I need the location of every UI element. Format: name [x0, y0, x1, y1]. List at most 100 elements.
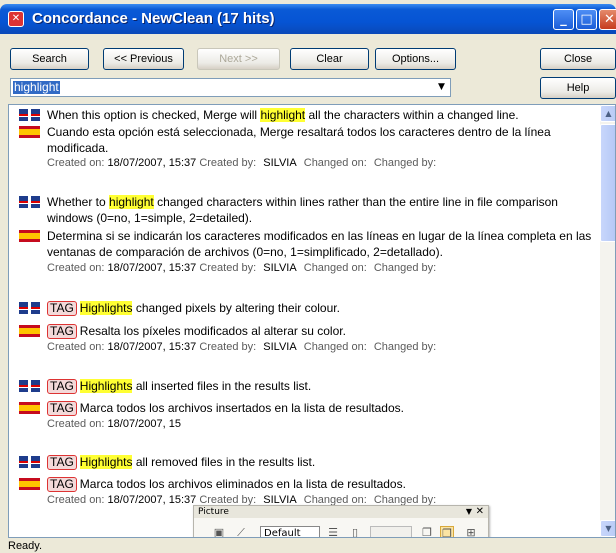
dropdown-arrow-icon[interactable]: ▼	[433, 79, 450, 96]
tag-badge: TAG	[47, 379, 77, 394]
target-segment[interactable]: TAG Marca todos los archivos eliminados e…	[19, 476, 597, 492]
created-on-value: 18/07/2007, 15:37	[107, 341, 197, 353]
image-icon[interactable]: ▣	[212, 526, 226, 537]
scroll-up-icon[interactable]: ▲	[600, 105, 615, 122]
clear-button[interactable]: Clear	[290, 48, 369, 70]
scroll-down-icon[interactable]: ▼	[600, 520, 615, 537]
changed-on-label: Changed on:	[303, 157, 367, 169]
changed-on-label: Changed on:	[303, 341, 367, 353]
help-button[interactable]: Help	[540, 77, 616, 99]
target-segment[interactable]: Determina si se indicarán los caracteres…	[19, 228, 597, 260]
created-by-label: Created by:	[199, 157, 257, 169]
source-text: TAG Highlights all inserted files in the …	[47, 378, 597, 394]
created-by-value: SILVIA	[263, 262, 297, 274]
segment-metadata: Created on: 18/07/2007, 15:37 Created by…	[47, 262, 440, 274]
vertical-scrollbar[interactable]: ▲ ▼	[600, 105, 615, 537]
highlighted-term: Highlights	[79, 379, 133, 393]
app-icon: ✕	[8, 11, 24, 27]
created-on-value: 18/07/2007, 15	[107, 418, 181, 430]
target-text-body: Resalta los píxeles modificados al alter…	[79, 324, 346, 338]
minimize-button[interactable]: _	[553, 9, 574, 30]
picture-toolbar[interactable]: Picture ▼ ✕ ▣ ⟋ Default ☰ ▯ ❐ ❐ ⊞	[193, 505, 489, 537]
target-text: TAG Marca todos los archivos insertados e…	[47, 400, 597, 416]
toolbar: Search << Previous Next >> Clear Options…	[0, 34, 616, 102]
changed-by-label: Changed by:	[373, 262, 437, 274]
source-text-part: all the characters within a changed line…	[305, 108, 519, 122]
changed-by-label: Changed by:	[373, 157, 437, 169]
created-on-value: 18/07/2007, 15:37	[107, 262, 197, 274]
source-text: When this option is checked, Merge will …	[47, 107, 597, 123]
previous-button[interactable]: << Previous	[103, 48, 184, 70]
transparency-spinner[interactable]	[370, 526, 412, 537]
target-text-body: Marca todos los archivos insertados en l…	[79, 401, 404, 415]
tag-badge: TAG	[47, 455, 77, 470]
source-text-part: Whether to	[47, 195, 110, 209]
close-button[interactable]: Close	[540, 48, 616, 70]
source-segment[interactable]: TAG Highlights changed pixels by altering…	[19, 300, 597, 316]
toolbar-menu-icon[interactable]: ▼	[466, 506, 472, 518]
uk-flag-icon	[19, 456, 40, 468]
tag-badge: TAG	[47, 324, 77, 339]
picture-toolbar-title: Picture	[194, 506, 488, 518]
source-text-part: When this option is checked, Merge will	[47, 108, 261, 122]
status-bar: Ready.	[8, 540, 43, 552]
concordance-window: ✕ Concordance - NewClean (17 hits) _ □ ✕…	[0, 0, 616, 553]
results-list[interactable]: When this option is checked, Merge will …	[8, 104, 616, 538]
tag-badge: TAG	[47, 401, 77, 416]
source-text-part: changed pixels by altering their colour.	[132, 301, 340, 315]
segment-metadata: Created on: 18/07/2007, 15	[47, 418, 181, 430]
created-on-label: Created on:	[47, 494, 108, 506]
created-by-label: Created by:	[199, 262, 257, 274]
spain-flag-icon	[19, 325, 40, 337]
created-on-label: Created on:	[47, 418, 108, 430]
created-on-value: 18/07/2007, 15:37	[107, 157, 197, 169]
uk-flag-icon	[19, 380, 40, 392]
options-button[interactable]: Options...	[375, 48, 456, 70]
created-on-label: Created on:	[47, 262, 108, 274]
filter-icon[interactable]: ⟋	[234, 526, 248, 537]
source-segment[interactable]: When this option is checked, Merge will …	[19, 107, 597, 123]
search-button[interactable]: Search	[10, 48, 89, 70]
graphics-properties-icon[interactable]: ⊞	[464, 526, 478, 537]
highlighted-term: highlight	[260, 108, 306, 122]
search-input[interactable]: highlight	[13, 81, 60, 94]
title-bar[interactable]: ✕ Concordance - NewClean (17 hits) _ □ ✕	[0, 4, 616, 34]
scroll-thumb[interactable]	[600, 124, 615, 242]
source-text: Whether to highlight changed characters …	[47, 194, 597, 226]
graphics-mode-select[interactable]: Default	[260, 526, 320, 537]
target-text: TAG Marca todos los archivos eliminados e…	[47, 476, 597, 492]
spain-flag-icon	[19, 478, 40, 490]
source-segment[interactable]: TAG Highlights all removed files in the r…	[19, 454, 597, 470]
uk-flag-icon	[19, 109, 40, 121]
segment-metadata: Created on: 18/07/2007, 15:37 Created by…	[47, 341, 440, 353]
created-on-label: Created on:	[47, 341, 108, 353]
segment-metadata: Created on: 18/07/2007, 15:37 Created by…	[47, 157, 440, 169]
window-close-button[interactable]: ✕	[599, 9, 616, 30]
source-text: TAG Highlights changed pixels by altering…	[47, 300, 597, 316]
toolbar-close-icon[interactable]: ✕	[476, 506, 484, 518]
maximize-button[interactable]: □	[576, 9, 597, 30]
window-title: Concordance - NewClean (17 hits)	[32, 10, 275, 27]
target-text-body: Marca todos los archivos eliminados en l…	[79, 477, 406, 491]
transparency-icon[interactable]: ▯	[348, 526, 362, 537]
highlighted-term: Highlights	[79, 301, 133, 315]
spain-flag-icon	[19, 230, 40, 242]
changed-on-label: Changed on:	[303, 262, 367, 274]
created-by-value: SILVIA	[263, 157, 297, 169]
target-segment[interactable]: Cuando esta opción está seleccionada, Me…	[19, 124, 597, 156]
target-text-body: Determina si se indicarán los caracteres…	[47, 229, 592, 259]
search-combobox[interactable]: highlight ▼	[10, 78, 451, 97]
target-text-body: Cuando esta opción está seleccionada, Me…	[47, 125, 551, 155]
color-icon[interactable]: ☰	[326, 526, 340, 537]
target-segment[interactable]: TAG Resalta los píxeles modificados al al…	[19, 323, 597, 339]
spain-flag-icon	[19, 126, 40, 138]
next-button[interactable]: Next >>	[197, 48, 280, 70]
uk-flag-icon	[19, 196, 40, 208]
uk-flag-icon	[19, 302, 40, 314]
spain-flag-icon	[19, 402, 40, 414]
target-segment[interactable]: TAG Marca todos los archivos insertados e…	[19, 400, 597, 416]
crop-icon[interactable]: ❐	[420, 526, 434, 537]
source-segment[interactable]: TAG Highlights all inserted files in the …	[19, 378, 597, 394]
source-segment[interactable]: Whether to highlight changed characters …	[19, 194, 597, 226]
position-icon[interactable]: ❐	[440, 526, 454, 537]
